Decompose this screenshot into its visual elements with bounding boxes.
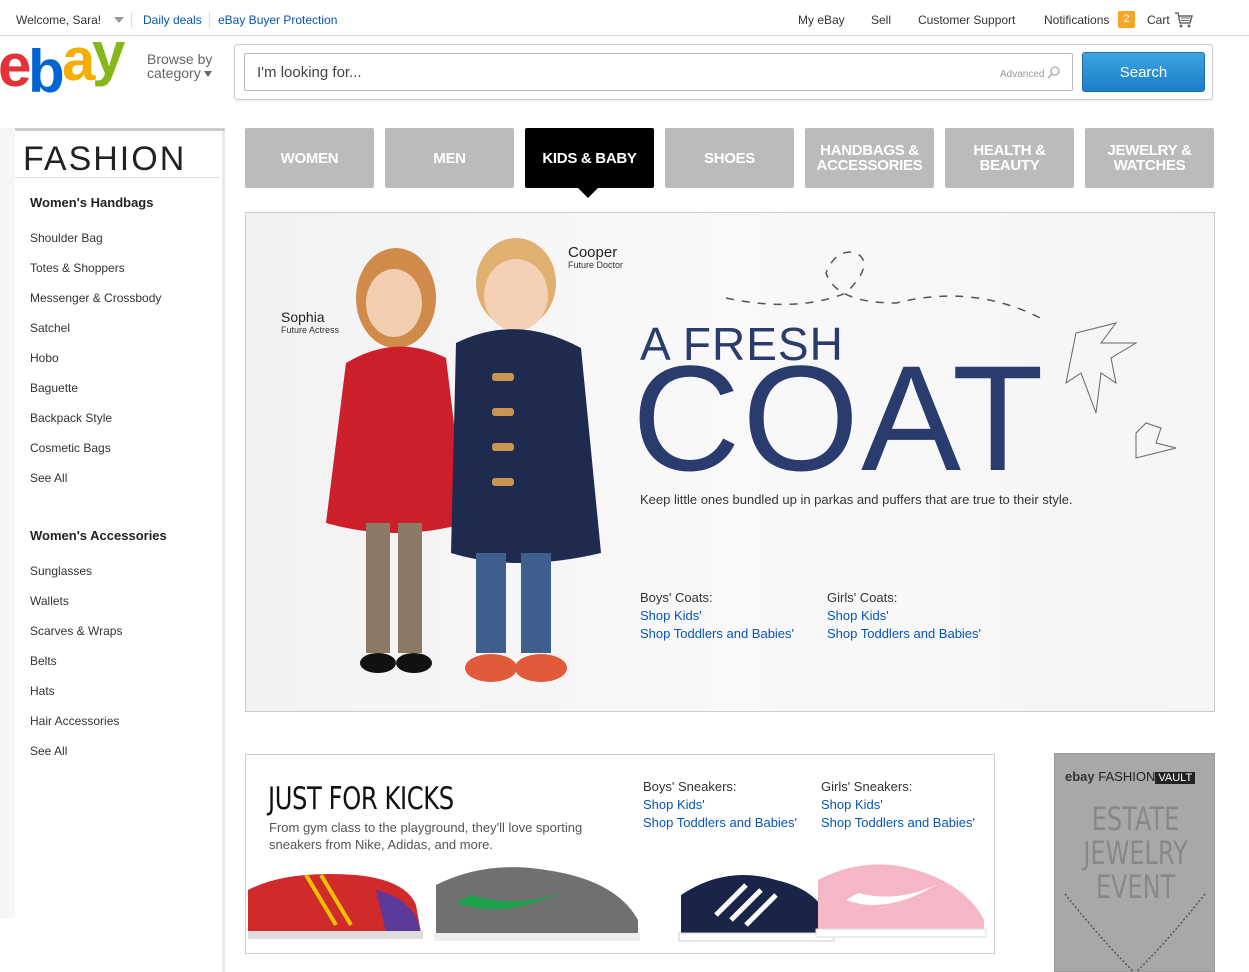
search-input[interactable] [244, 53, 1073, 91]
kid1-name: Sophia [281, 309, 325, 325]
chevron-down-icon[interactable] [114, 17, 124, 23]
cart-icon[interactable] [1174, 11, 1194, 29]
hero-subline: Keep little ones bundled up in parkas an… [640, 492, 1073, 507]
sidebar-item[interactable]: Cosmetic Bags [30, 441, 111, 455]
girls-coats-kids-link[interactable]: Shop Kids' [827, 608, 889, 623]
divider [131, 12, 132, 28]
sidebar-item[interactable]: Wallets [30, 594, 69, 608]
vault-title-line: ESTATE [1091, 800, 1180, 838]
svg-text:y: y [92, 30, 126, 87]
sidebar-item[interactable]: Shoulder Bag [30, 231, 103, 245]
girls-coats-toddlers-link[interactable]: Shop Toddlers and Babies' [827, 626, 981, 641]
hero-headline-big: COAT [632, 334, 1046, 502]
search-button[interactable]: Search [1082, 52, 1205, 92]
fashion-vault-ad[interactable]: ebay FASHION VAULT ESTATE JEWELRY EVENT [1054, 753, 1215, 972]
sidebar-item[interactable]: Messenger & Crossbody [30, 291, 161, 305]
sidebar-heading-accessories: Women's Accessories [30, 528, 167, 543]
kicks-title: JUST FOR KICKS [268, 781, 454, 817]
kid1-role: Future Actress [281, 325, 340, 335]
svg-text:a: a [62, 30, 96, 93]
divider [15, 177, 220, 178]
kicks-banner[interactable]: JUST FOR KICKS From gym class to the pla… [245, 754, 995, 954]
tab-men[interactable]: MEN [385, 128, 514, 188]
necklace-illustration [1064, 893, 1206, 971]
sidebar-item-see-all[interactable]: See All [30, 744, 67, 758]
daily-deals-link[interactable]: Daily deals [143, 13, 202, 27]
active-tab-pointer [578, 188, 598, 198]
divider [209, 12, 210, 28]
sidebar-heading-handbags: Women's Handbags [30, 195, 154, 210]
tab-shoes[interactable]: SHOES [665, 128, 794, 188]
search-icon[interactable] [1047, 65, 1061, 79]
kid2-role: Future Doctor [568, 260, 624, 270]
tab-kids-baby[interactable]: KIDS & BABY [525, 128, 654, 188]
sidebar-item-see-all[interactable]: See All [30, 471, 67, 485]
fashion-vault-logo: ebay FASHION VAULT [1065, 769, 1196, 784]
sidebar-item[interactable]: Belts [30, 654, 57, 668]
hero-banner[interactable]: Sophia Future Actress Cooper Future Doct… [245, 212, 1215, 712]
tab-women[interactable]: WOMEN [245, 128, 374, 188]
browse-label-line2: category [147, 65, 201, 81]
top-bar: Welcome, Sara! Daily deals eBay Buyer Pr… [0, 0, 1249, 36]
girls-sneakers-heading: Girls' Sneakers: [821, 779, 913, 794]
cart-link[interactable]: Cart [1147, 13, 1170, 27]
kids-photo [326, 238, 601, 682]
kid2-name: Cooper [568, 244, 618, 261]
sidebar-item[interactable]: Satchel [30, 321, 70, 335]
sidebar-item[interactable]: Scarves & Wraps [30, 624, 122, 638]
buyer-protection-link[interactable]: eBay Buyer Protection [218, 13, 337, 27]
vault-fashion: FASHION [1098, 769, 1156, 784]
svg-text:e: e [0, 32, 30, 98]
vault-title-line: JEWELRY [1083, 834, 1188, 872]
sidebar-gutter [0, 128, 15, 918]
sidebar-item[interactable]: Hobo [30, 351, 59, 365]
girls-sneakers-toddlers-link[interactable]: Shop Toddlers and Babies' [821, 815, 975, 830]
notification-count-badge[interactable]: 2 [1118, 11, 1135, 28]
sidebar-item[interactable]: Totes & Shoppers [30, 261, 125, 275]
tab-handbags-accessories[interactable]: HANDBAGS & ACCESSORIES [805, 128, 934, 188]
sidebar-item[interactable]: Hair Accessories [30, 714, 119, 728]
boys-coats-heading: Boys' Coats: [640, 590, 713, 605]
sidebar-title: FASHION [23, 140, 187, 178]
chevron-down-icon [203, 71, 212, 78]
vault-label: VAULT [1155, 772, 1196, 784]
customer-support-link[interactable]: Customer Support [918, 13, 1015, 27]
girls-sneakers-kids-link[interactable]: Shop Kids' [821, 797, 883, 812]
sidebar-item[interactable]: Hats [30, 684, 55, 698]
welcome-text[interactable]: Welcome, Sara! [16, 13, 101, 27]
browse-label-line1: Browse by [147, 51, 213, 67]
sidebar: FASHION Women's Handbags Shoulder Bag To… [15, 128, 225, 972]
tab-health-beauty[interactable]: HEALTH & BEAUTY [945, 128, 1074, 188]
boys-sneakers-kids-link[interactable]: Shop Kids' [643, 797, 705, 812]
boys-coats-toddlers-link[interactable]: Shop Toddlers and Babies' [640, 626, 794, 641]
search-bar: Advanced Search [234, 44, 1213, 100]
notifications-link[interactable]: Notifications [1044, 13, 1109, 27]
boys-sneakers-toddlers-link[interactable]: Shop Toddlers and Babies' [643, 815, 797, 830]
tab-jewelry-watches[interactable]: JEWELRY & WATCHES [1085, 128, 1214, 188]
sell-link[interactable]: Sell [871, 13, 891, 27]
boys-sneakers-heading: Boys' Sneakers: [643, 779, 737, 794]
svg-text:b: b [28, 38, 63, 98]
browse-by-category[interactable]: Browse by category [147, 52, 212, 80]
vault-brand: ebay [1065, 769, 1095, 784]
ebay-logo[interactable]: e b a y [0, 30, 140, 98]
my-ebay-link[interactable]: My eBay [798, 13, 845, 27]
sneakers-photo [248, 864, 987, 942]
sidebar-item[interactable]: Baguette [30, 381, 78, 395]
girls-coats-heading: Girls' Coats: [827, 590, 898, 605]
sidebar-item[interactable]: Backpack Style [30, 411, 112, 425]
boys-coats-kids-link[interactable]: Shop Kids' [640, 608, 702, 623]
advanced-search-link[interactable]: Advanced [1000, 69, 1044, 80]
sidebar-edge [222, 131, 225, 972]
sidebar-item[interactable]: Sunglasses [30, 564, 92, 578]
